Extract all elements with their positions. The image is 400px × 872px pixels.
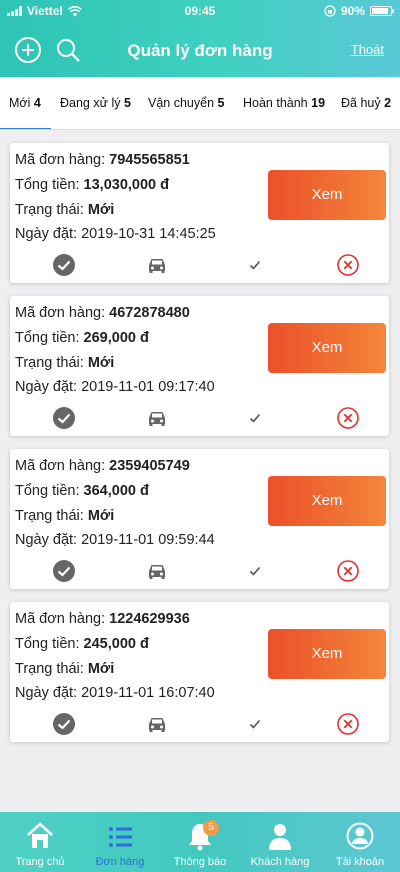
order-total-row: Tổng tiền: 269,000 đ — [15, 330, 149, 346]
checkmark-icon[interactable] — [243, 559, 267, 583]
order-date-row: Ngày đặt: 2019-11-01 09:59:44 — [15, 532, 215, 548]
notification-badge: 5 — [203, 820, 219, 836]
nav-account[interactable]: Tài khoản — [320, 812, 400, 872]
navbar: Quản lý đơn hàng Thoát — [0, 30, 400, 70]
person-icon — [269, 824, 291, 850]
order-total: 364,000 đ — [83, 483, 149, 499]
confirm-check-icon[interactable] — [52, 712, 76, 736]
logout-link[interactable]: Thoát — [351, 42, 384, 57]
nav-orders[interactable]: Đơn hàng — [80, 812, 160, 872]
order-date: 2019-11-01 09:17:40 — [81, 379, 215, 395]
tab-cancelled[interactable]: Đã huỷ 2 — [341, 77, 391, 129]
order-status: Mới — [87, 355, 115, 371]
order-status: Mới — [87, 661, 115, 677]
nav-notifications[interactable]: 5 Thông báo — [160, 812, 240, 872]
cancel-icon[interactable] — [336, 253, 360, 277]
confirm-check-icon[interactable] — [52, 559, 76, 583]
checkmark-icon[interactable] — [243, 406, 267, 430]
order-id-row: Mã đơn hàng: 1224629936 — [15, 611, 190, 627]
order-id-row: Mã đơn hàng: 7945565851 — [15, 152, 190, 168]
order-date: 2019-11-01 16:07:40 — [81, 685, 215, 701]
view-order-button[interactable]: Xem — [268, 323, 386, 373]
order-card: Mã đơn hàng: 1224629936 Tổng tiền: 245,0… — [10, 602, 389, 742]
nav-home[interactable]: Trang chủ — [0, 812, 80, 872]
order-status-row: Trạng thái: Mới — [15, 202, 115, 218]
order-total: 13,030,000 đ — [83, 177, 169, 193]
nav-customers[interactable]: Khách hàng — [240, 812, 320, 872]
order-id-row: Mã đơn hàng: 2359405749 — [15, 458, 190, 474]
order-status-row: Trạng thái: Mới — [15, 355, 115, 371]
status-tabs: Mới 4 Đang xử lý 5 Vận chuyển 5 Hoàn thà… — [0, 77, 400, 130]
order-date: 2019-11-01 09:59:44 — [81, 532, 215, 548]
car-icon[interactable] — [145, 712, 169, 736]
order-id: 1224629936 — [109, 611, 190, 627]
order-card: Mã đơn hàng: 7945565851 Tổng tiền: 13,03… — [10, 143, 389, 283]
cancel-icon[interactable] — [336, 712, 360, 736]
tab-new[interactable]: Mới 4 — [0, 77, 51, 129]
status-bar: Viettel 09:45 90% — [0, 0, 400, 22]
order-id-row: Mã đơn hàng: 4672878480 — [15, 305, 190, 321]
order-total-row: Tổng tiền: 245,000 đ — [15, 636, 149, 652]
order-status: Mới — [87, 202, 115, 218]
cancel-icon[interactable] — [336, 559, 360, 583]
car-icon[interactable] — [145, 559, 169, 583]
order-total-row: Tổng tiền: 13,030,000 đ — [15, 177, 169, 193]
order-date: 2019-10-31 14:45:25 — [81, 226, 216, 242]
order-total-row: Tổng tiền: 364,000 đ — [15, 483, 149, 499]
order-status-row: Trạng thái: Mới — [15, 508, 115, 524]
confirm-check-icon[interactable] — [52, 253, 76, 277]
checkmark-icon[interactable] — [243, 712, 267, 736]
tab-processing[interactable]: Đang xử lý 5 — [60, 77, 131, 129]
top-bar: Viettel 09:45 90% Quản lý đơn hàng Thoát — [0, 0, 400, 77]
order-id: 2359405749 — [109, 458, 190, 474]
order-total: 245,000 đ — [83, 636, 149, 652]
view-order-button[interactable]: Xem — [268, 170, 386, 220]
list-icon — [109, 827, 132, 847]
view-order-button[interactable]: Xem — [268, 476, 386, 526]
order-status: Mới — [87, 508, 115, 524]
order-card: Mã đơn hàng: 2359405749 Tổng tiền: 364,0… — [10, 449, 389, 589]
checkmark-icon[interactable] — [243, 253, 267, 277]
order-status-row: Trạng thái: Mới — [15, 661, 115, 677]
order-date-row: Ngày đặt: 2019-10-31 14:45:25 — [15, 226, 216, 242]
car-icon[interactable] — [145, 253, 169, 277]
order-date-row: Ngày đặt: 2019-11-01 16:07:40 — [15, 685, 215, 701]
battery-percent: 90% — [340, 4, 365, 18]
cancel-icon[interactable] — [336, 406, 360, 430]
tab-completed[interactable]: Hoàn thành 19 — [243, 77, 325, 129]
order-date-row: Ngày đặt: 2019-11-01 09:17:40 — [15, 379, 215, 395]
order-id: 7945565851 — [109, 152, 190, 168]
bottom-nav: Trang chủ Đơn hàng 5 Thông báo Khách hàn… — [0, 812, 400, 872]
confirm-check-icon[interactable] — [52, 406, 76, 430]
car-icon[interactable] — [145, 406, 169, 430]
order-id: 4672878480 — [109, 305, 190, 321]
account-icon — [346, 822, 374, 850]
view-order-button[interactable]: Xem — [268, 629, 386, 679]
order-card: Mã đơn hàng: 4672878480 Tổng tiền: 269,0… — [10, 296, 389, 436]
page-title: Quản lý đơn hàng — [127, 41, 273, 60]
home-icon — [27, 822, 53, 848]
rotation-lock-icon — [324, 5, 336, 17]
battery-icon — [370, 6, 394, 16]
order-total: 269,000 đ — [83, 330, 149, 346]
tab-shipping[interactable]: Vận chuyển 5 — [148, 77, 224, 129]
